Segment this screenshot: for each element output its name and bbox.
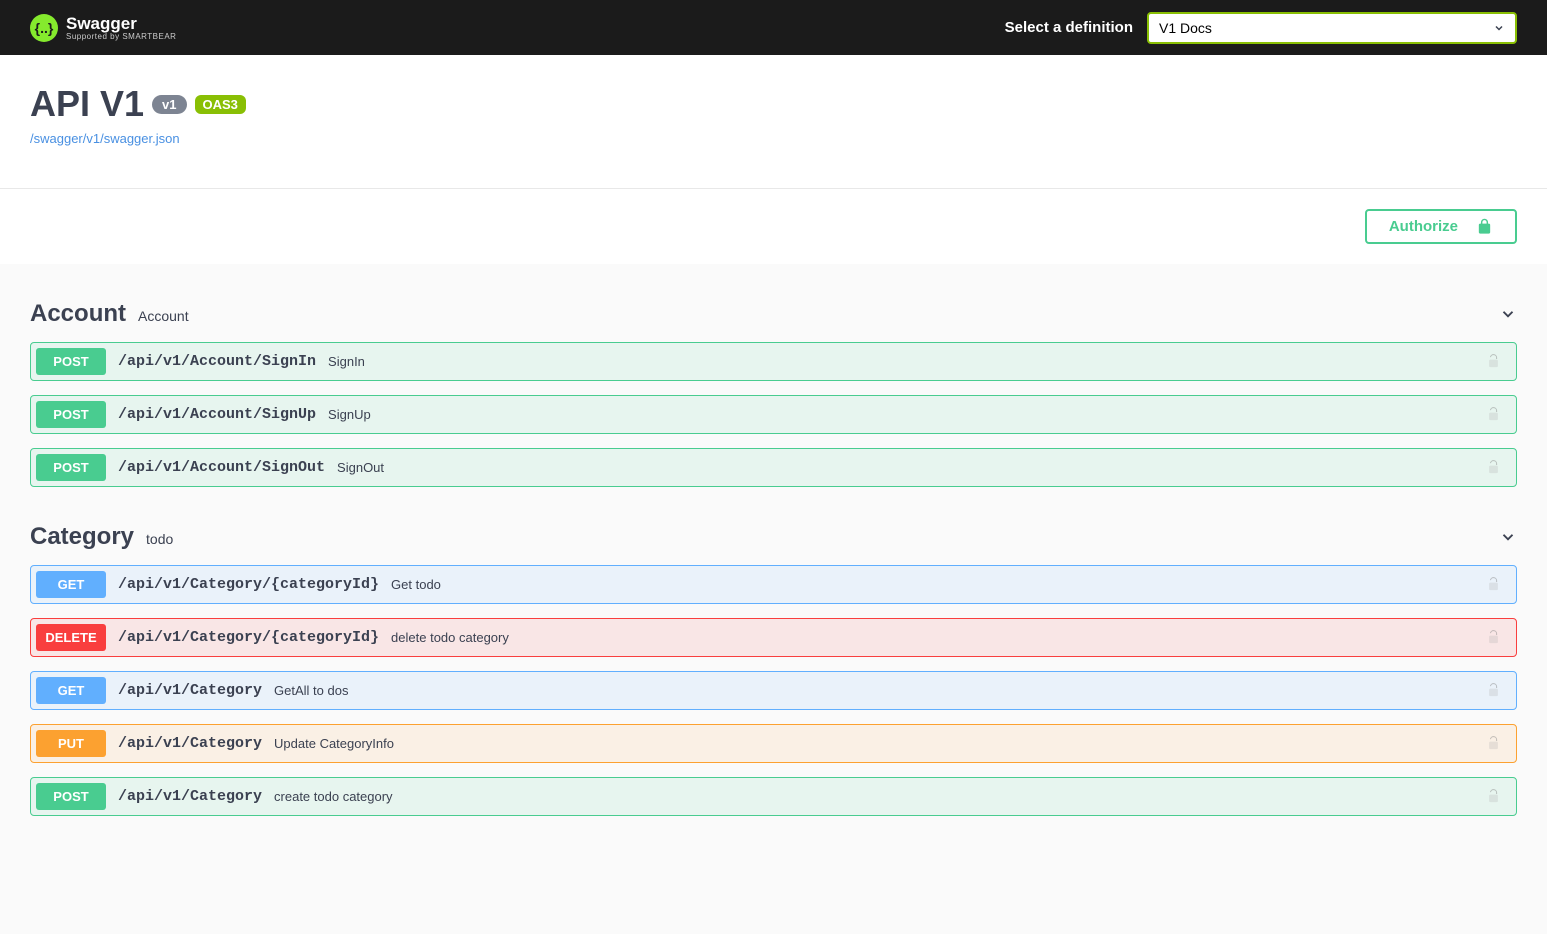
authorize-button[interactable]: Authorize <box>1365 209 1517 244</box>
definition-select-label: Select a definition <box>1005 19 1133 36</box>
operation-path: /api/v1/Category <box>118 682 262 699</box>
tag-description: Account <box>138 308 189 324</box>
operation-path: /api/v1/Account/SignIn <box>118 353 316 370</box>
unlock-icon <box>1486 789 1501 804</box>
unlock-icon <box>1486 460 1501 475</box>
operations-list: GET/api/v1/Category/{categoryId} Get todo… <box>30 565 1517 816</box>
spec-url-link[interactable]: /swagger/v1/swagger.json <box>30 131 180 146</box>
tag-section: Account Account POST/api/v1/Account/SignIn… <box>30 294 1517 487</box>
tag-name: Category <box>30 523 134 551</box>
unlock-icon <box>1486 736 1501 751</box>
tag-section: Category todo GET/api/v1/Category/{categor… <box>30 517 1517 816</box>
operation-summary: create todo category <box>274 789 393 804</box>
info-section: API V1 v1 OAS3 /swagger/v1/swagger.json <box>0 55 1547 189</box>
logo: {..} Swagger Supported by SMARTBEAR <box>30 14 176 42</box>
operations-content: Account Account POST/api/v1/Account/SignIn… <box>0 294 1547 870</box>
operation-summary: Update CategoryInfo <box>274 736 394 751</box>
tag-header[interactable]: Account Account <box>30 294 1517 334</box>
method-badge: PUT <box>36 730 106 757</box>
operation-row[interactable]: PUT/api/v1/Category Update CategoryInfo <box>30 724 1517 763</box>
api-title: API V1 <box>30 83 144 125</box>
operation-summary: SignOut <box>337 460 384 475</box>
lock-icon <box>1476 218 1493 235</box>
operations-list: POST/api/v1/Account/SignInSignInPOST/api… <box>30 342 1517 487</box>
brand-name: Swagger <box>66 14 176 34</box>
operation-row[interactable]: POST/api/v1/Account/SignIn SignIn <box>30 342 1517 381</box>
operation-summary: Get todo <box>391 577 441 592</box>
operation-path: /api/v1/Account/SignUp <box>118 406 316 423</box>
chevron-down-icon <box>1499 528 1517 546</box>
swagger-logo-icon: {..} <box>30 14 58 42</box>
method-badge: POST <box>36 348 106 375</box>
operation-path: /api/v1/Category/{categoryId} <box>118 576 379 593</box>
auth-section: Authorize <box>0 189 1547 264</box>
operation-summary: SignIn <box>328 354 365 369</box>
operation-path: /api/v1/Account/SignOut <box>118 459 325 476</box>
operation-row[interactable]: POST/api/v1/Account/SignOut SignOut <box>30 448 1517 487</box>
definition-select[interactable]: V1 Docs <box>1147 12 1517 44</box>
operation-path: /api/v1/Category <box>118 735 262 752</box>
topbar: {..} Swagger Supported by SMARTBEAR Sele… <box>0 0 1547 55</box>
operation-row[interactable]: POST/api/v1/Category create todo category <box>30 777 1517 816</box>
definition-selected-value: V1 Docs <box>1159 20 1212 36</box>
method-badge: POST <box>36 783 106 810</box>
operation-row[interactable]: GET/api/v1/Category GetAll to dos <box>30 671 1517 710</box>
operation-row[interactable]: GET/api/v1/Category/{categoryId} Get todo <box>30 565 1517 604</box>
unlock-icon <box>1486 577 1501 592</box>
method-badge: GET <box>36 677 106 704</box>
version-badge: v1 <box>152 95 186 114</box>
unlock-icon <box>1486 683 1501 698</box>
operation-summary: delete todo category <box>391 630 509 645</box>
unlock-icon <box>1486 630 1501 645</box>
brand-subtitle: Supported by SMARTBEAR <box>66 32 176 41</box>
operation-path: /api/v1/Category/{categoryId} <box>118 629 379 646</box>
tag-description: todo <box>146 531 173 547</box>
unlock-icon <box>1486 407 1501 422</box>
operation-row[interactable]: POST/api/v1/Account/SignUp SignUp <box>30 395 1517 434</box>
operation-row[interactable]: DELETE/api/v1/Category/{categoryId} delet… <box>30 618 1517 657</box>
topbar-controls: Select a definition V1 Docs <box>1005 12 1517 44</box>
method-badge: POST <box>36 401 106 428</box>
method-badge: POST <box>36 454 106 481</box>
tag-name: Account <box>30 300 126 328</box>
operation-path: /api/v1/Category <box>118 788 262 805</box>
operation-summary: SignUp <box>328 407 371 422</box>
method-badge: DELETE <box>36 624 106 651</box>
tag-header[interactable]: Category todo <box>30 517 1517 557</box>
operation-summary: GetAll to dos <box>274 683 348 698</box>
method-badge: GET <box>36 571 106 598</box>
chevron-down-icon <box>1493 22 1505 34</box>
oas-badge: OAS3 <box>195 95 246 114</box>
unlock-icon <box>1486 354 1501 369</box>
chevron-down-icon <box>1499 305 1517 323</box>
authorize-label: Authorize <box>1389 218 1458 235</box>
